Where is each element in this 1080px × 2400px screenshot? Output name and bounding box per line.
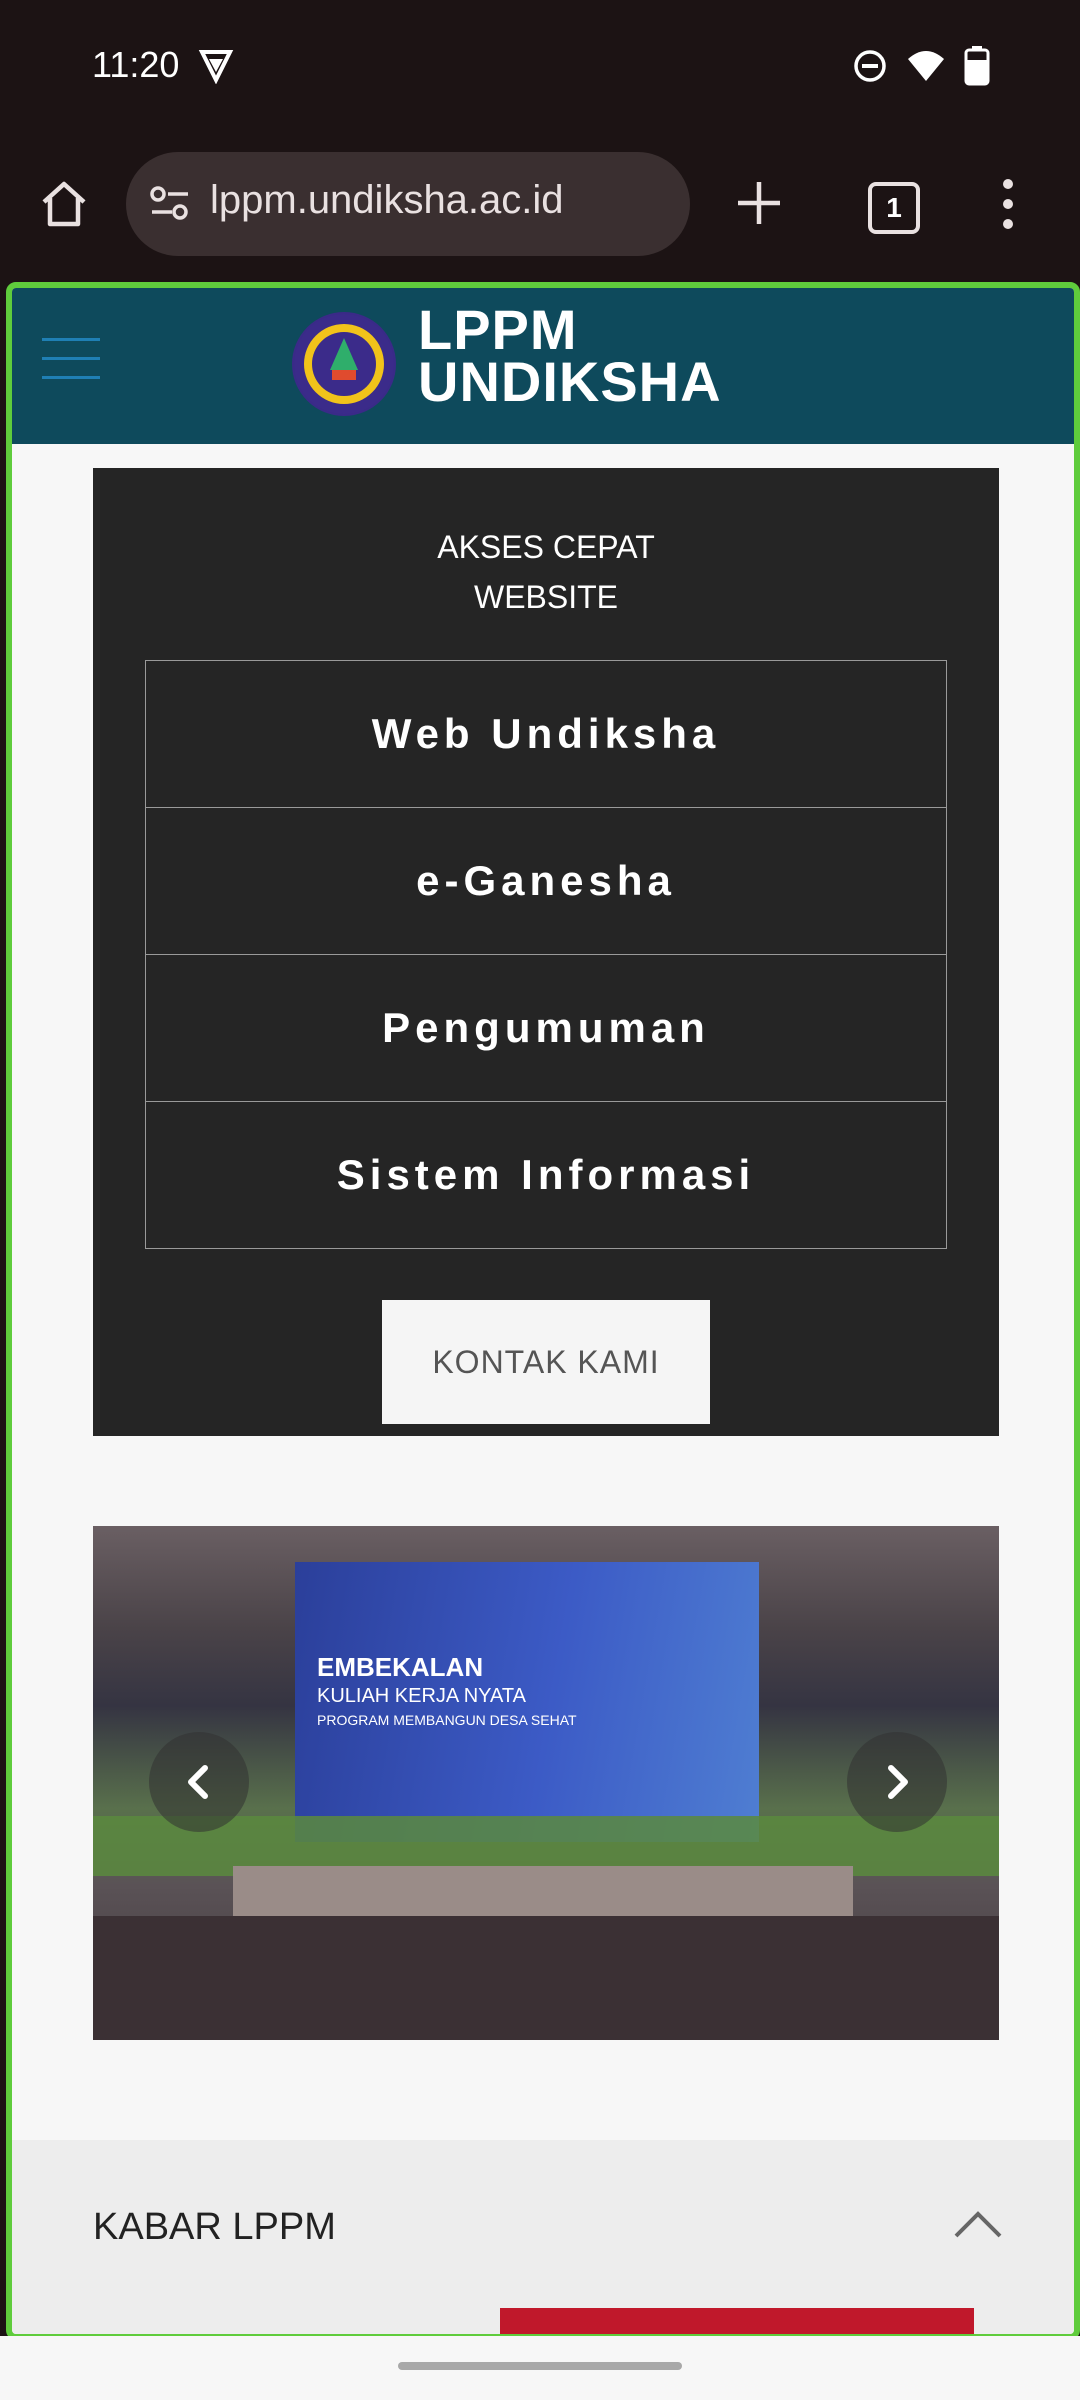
web-page: LPPM UNDIKSHA AKSES CEPAT WEBSITE Web Un… (6, 282, 1080, 2340)
quick-access-list: Web Undiksha e-Ganesha Pengumuman Sistem… (145, 660, 947, 1249)
home-icon[interactable] (36, 176, 92, 232)
wifi-icon (906, 49, 946, 88)
chevron-left-icon (188, 1765, 208, 1799)
more-options-icon[interactable] (1002, 178, 1014, 235)
quick-link-sistem-informasi[interactable]: Sistem Informasi (146, 1102, 946, 1248)
carousel-next-button[interactable] (847, 1732, 947, 1832)
slide-subheading: KULIAH KERJA NYATA (317, 1685, 526, 1707)
image-carousel[interactable]: EMBEKALAN KULIAH KERJA NYATA PROGRAM MEM… (93, 1526, 999, 2040)
site-logo-text[interactable]: LPPM UNDIKSHA (418, 298, 722, 413)
news-section-title: KABAR LPPM (93, 2206, 336, 2248)
chevron-up-icon[interactable] (952, 2210, 1004, 2245)
slide-projection-screen: EMBEKALAN KULIAH KERJA NYATA PROGRAM MEM… (295, 1562, 759, 1842)
slide-program-text: PROGRAM MEMBANGUN DESA SEHAT (317, 1712, 577, 1728)
address-bar[interactable]: lppm.undiksha.ac.id (126, 152, 690, 256)
new-tab-icon[interactable] (732, 176, 786, 235)
site-header: LPPM UNDIKSHA (12, 288, 1074, 444)
quick-access-panel: AKSES CEPAT WEBSITE Web Undiksha e-Ganes… (93, 468, 999, 1436)
hamburger-menu-icon[interactable] (42, 338, 100, 382)
quick-access-title-line2: WEBSITE (473, 579, 618, 615)
logo-line-1: LPPM (418, 298, 578, 361)
news-section: KABAR LPPM (12, 2140, 1074, 2334)
slide-audience-seats (93, 1916, 999, 2040)
tab-switcher-button[interactable]: 1 (868, 182, 920, 234)
quick-link-e-ganesha[interactable]: e-Ganesha (146, 808, 946, 955)
do-not-disturb-icon (852, 48, 888, 89)
browser-toolbar: lppm.undiksha.ac.id 1 (0, 136, 1080, 276)
university-seal-logo[interactable] (292, 312, 396, 416)
logo-line-2: UNDIKSHA (418, 350, 722, 413)
chevron-right-icon (888, 1765, 908, 1799)
status-time: 11:20 (92, 44, 180, 85)
site-settings-icon[interactable] (148, 182, 192, 231)
vpn-icon (198, 48, 234, 89)
slide-stage-table (233, 1866, 853, 1916)
quick-access-title: AKSES CEPAT WEBSITE (93, 522, 999, 622)
contact-us-button[interactable]: KONTAK KAMI (382, 1300, 710, 1424)
carousel-prev-button[interactable] (149, 1732, 249, 1832)
battery-icon (964, 46, 990, 91)
slide-heading: EMBEKALAN (317, 1652, 484, 1682)
status-icons (852, 46, 990, 91)
gesture-handle[interactable] (398, 2362, 682, 2370)
quick-link-web-undiksha[interactable]: Web Undiksha (146, 661, 946, 808)
quick-access-title-line1: AKSES CEPAT (437, 529, 655, 565)
url-text[interactable]: lppm.undiksha.ac.id (210, 178, 564, 223)
quick-link-pengumuman[interactable]: Pengumuman (146, 955, 946, 1102)
status-bar: 11:20 (0, 0, 1080, 136)
